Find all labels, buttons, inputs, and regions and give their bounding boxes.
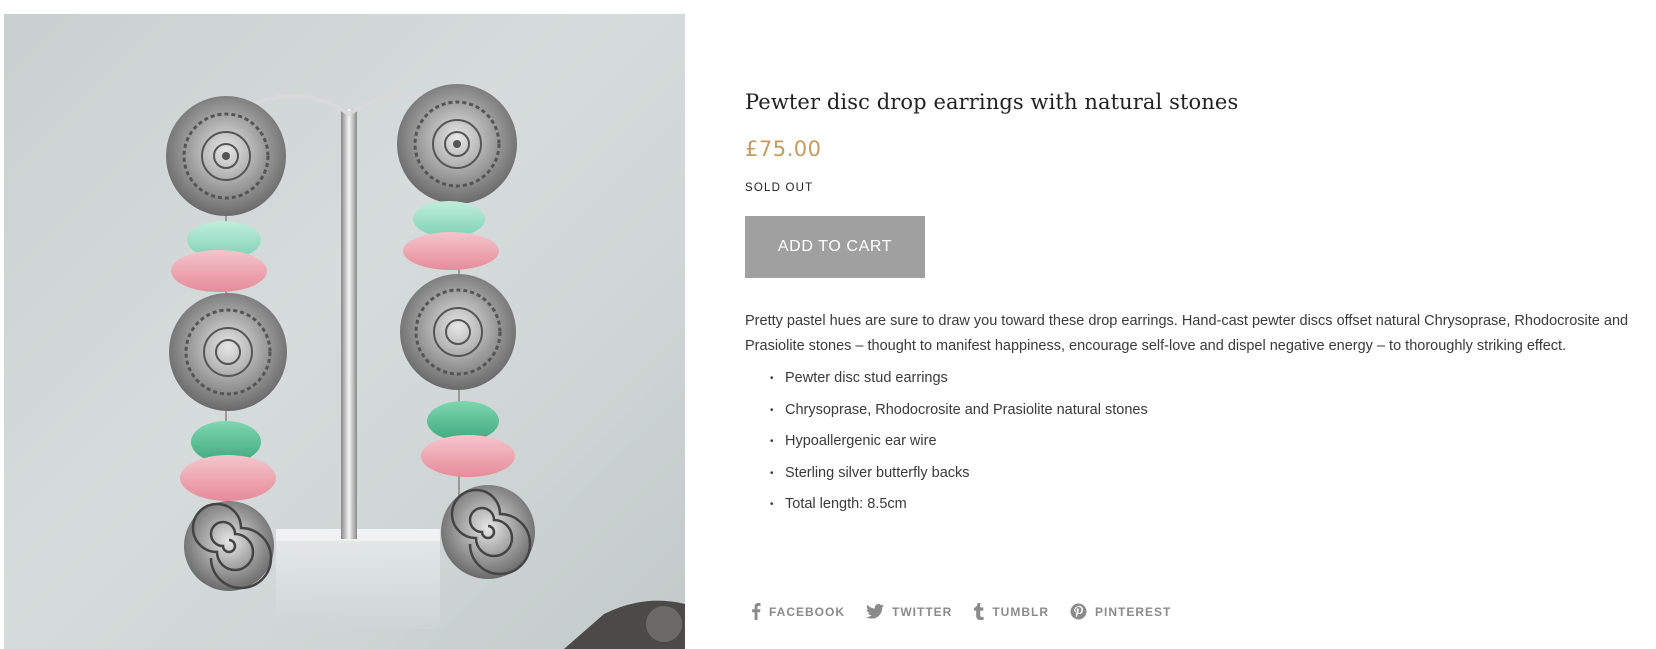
product-price: £75.00 (745, 137, 822, 161)
add-to-cart-button[interactable]: ADD TO CART (745, 216, 925, 278)
share-tumblr-label: TUMBLR (992, 604, 1049, 619)
share-facebook-label: FACEBOOK (769, 604, 846, 619)
product-description: Pretty pastel hues are sure to draw you … (745, 313, 1629, 354)
feature-list: • Pewter disc stud earrings • Chrysoprase,… (745, 369, 1645, 514)
list-item: • Pewter disc stud earrings (770, 370, 948, 386)
share-tumblr-link[interactable]: TUMBLR (973, 603, 1049, 620)
facebook-icon (752, 603, 761, 620)
share-pinterest-link[interactable]: PINTEREST (1070, 603, 1171, 620)
stock-status: SOLD OUT (745, 182, 814, 194)
pinterest-icon (1070, 603, 1087, 620)
list-item: • Total length: 8.5cm (770, 496, 907, 512)
share-facebook-link[interactable]: FACEBOOK (751, 603, 845, 620)
list-item: • Hypoallergenic ear wire (770, 433, 937, 449)
share-pinterest-label: PINTEREST (1095, 604, 1172, 619)
product-details: Pewter disc drop earrings with natural s… (745, 90, 1645, 527)
share-twitter-link[interactable]: TWITTER (866, 604, 952, 619)
twitter-icon (866, 604, 885, 619)
earrings-illustration (166, 84, 685, 649)
list-item: • Chrysoprase, Rhodocrosite and Prasiolit… (770, 401, 1148, 418)
share-twitter-label: TWITTER (892, 604, 953, 619)
tumblr-icon (974, 603, 984, 620)
product-title: Pewter disc drop earrings with natural s… (745, 90, 1239, 114)
list-item: • Sterling silver butterfly backs (770, 464, 970, 481)
product-image[interactable] (4, 14, 685, 649)
social-share: FACEBOOK TWITTER TUMBLR PINTEREST (751, 603, 1192, 620)
